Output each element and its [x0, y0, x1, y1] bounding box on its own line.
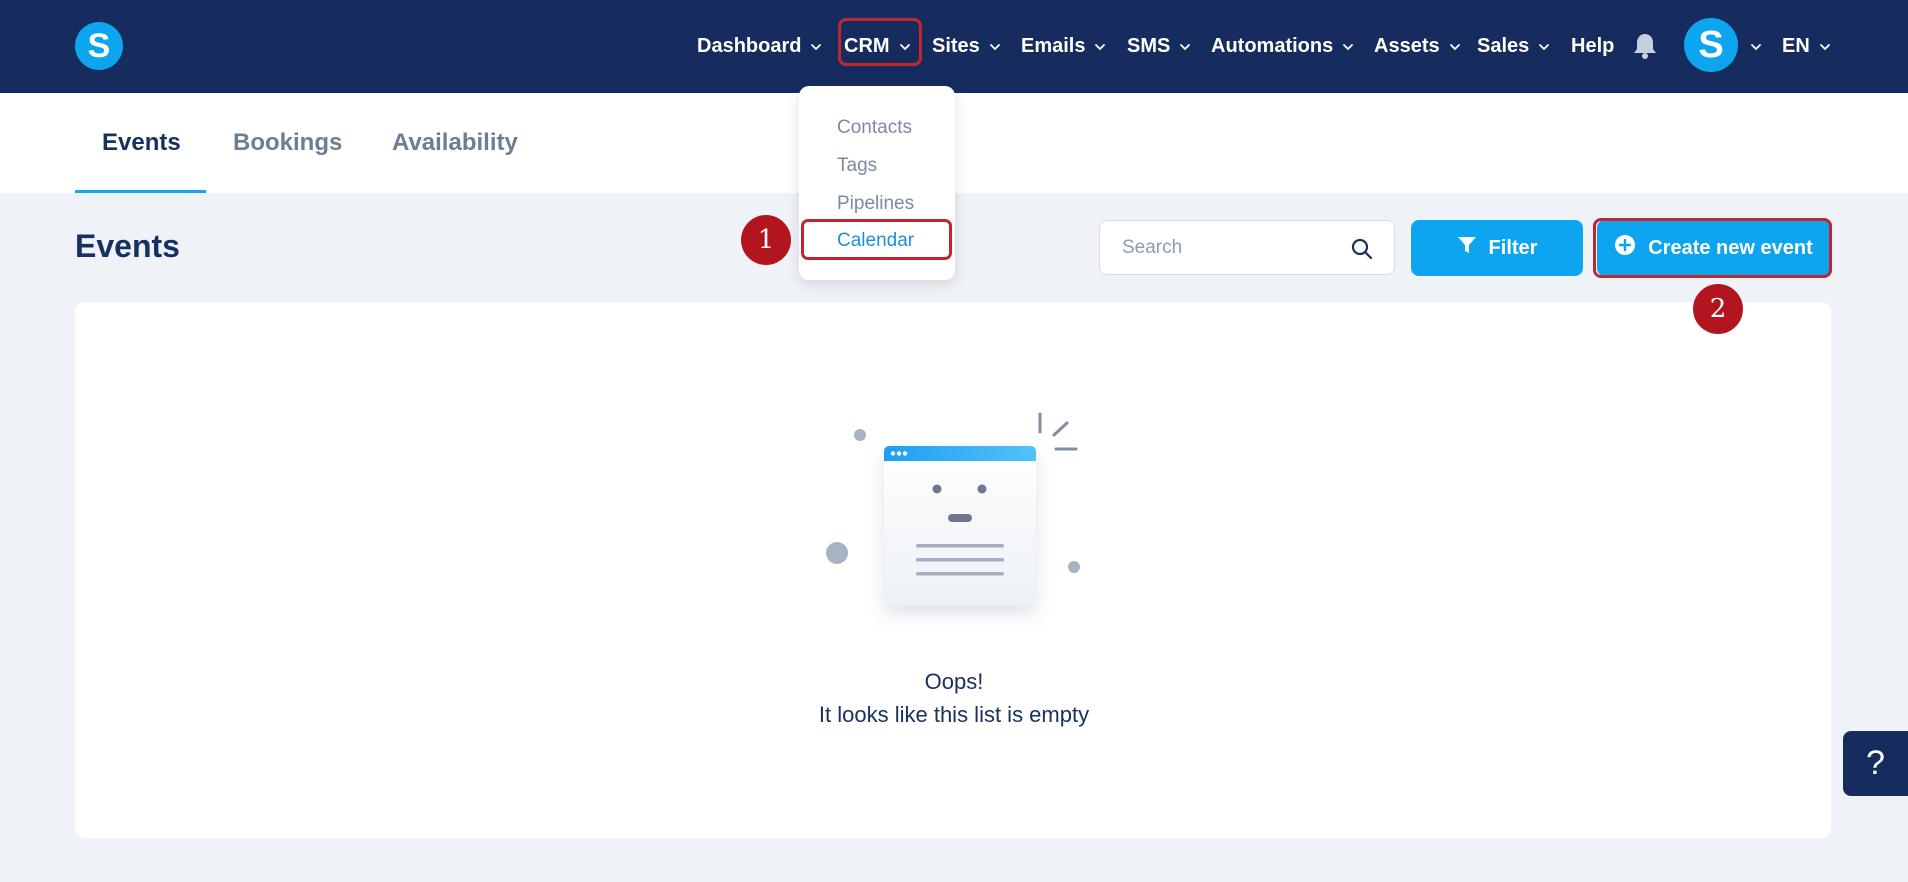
top-nav-bar: S Dashboard CRM Sites Emails SMS Automat… [0, 0, 1908, 93]
chevron-down-icon [1178, 40, 1192, 54]
crm-highlight-box [838, 18, 922, 66]
help-label: ? [1866, 744, 1885, 782]
chevron-down-icon [809, 40, 823, 54]
nav-item-automations[interactable]: Automations [1211, 0, 1355, 93]
nav-label: Sites [932, 35, 980, 57]
create-highlight-box [1593, 218, 1832, 278]
avatar-menu-toggle[interactable] [1749, 0, 1763, 93]
empty-state-message: It looks like this list is empty [818, 702, 1090, 727]
calendar-highlight-box [801, 219, 952, 260]
chevron-down-icon [1341, 40, 1355, 54]
nav-label: SMS [1127, 35, 1171, 57]
active-tab-indicator [75, 190, 206, 193]
filter-button[interactable]: Filter [1411, 220, 1583, 276]
tab-label: Availability [392, 129, 518, 156]
chevron-down-icon [1537, 40, 1551, 54]
search-input[interactable]: Search [1099, 220, 1395, 275]
nav-item-dashboard[interactable]: Dashboard [697, 0, 823, 93]
tab-availability[interactable]: Availability [392, 93, 518, 193]
nav-label: Sales [1477, 35, 1530, 57]
nav-label: Assets [1374, 35, 1440, 57]
nav-item-sms[interactable]: SMS [1127, 0, 1192, 93]
menu-item-tags[interactable]: Tags [837, 155, 877, 177]
empty-state-title: Oops! [924, 669, 984, 694]
chevron-down-icon [1818, 40, 1832, 54]
avatar[interactable]: S [1684, 18, 1738, 72]
chevron-down-icon [1749, 40, 1763, 54]
nav-item-sites[interactable]: Sites [932, 0, 1002, 93]
nav-label: Automations [1211, 35, 1334, 57]
filter-icon [1457, 235, 1477, 261]
nav-item-assets[interactable]: Assets [1374, 0, 1462, 93]
tab-label: Bookings [233, 129, 343, 156]
step-badge-1: 1 [741, 215, 791, 265]
chevron-down-icon [1093, 40, 1107, 54]
language-label: EN [1782, 35, 1810, 57]
empty-list-illustration [820, 405, 1090, 640]
app-logo[interactable]: S [75, 22, 123, 70]
tab-label: Events [102, 129, 181, 156]
filter-label: Filter [1488, 236, 1538, 259]
avatar-letter: S [1698, 23, 1724, 66]
chevron-down-icon [1448, 40, 1462, 54]
chevron-down-icon [988, 40, 1002, 54]
nav-label: Emails [1021, 35, 1086, 57]
tab-events[interactable]: Events [102, 93, 181, 193]
nav-item-help[interactable]: Help [1571, 0, 1614, 93]
menu-item-pipelines[interactable]: Pipelines [837, 193, 914, 215]
nav-label: Help [1571, 35, 1615, 57]
step-badge-2: 2 [1693, 284, 1743, 334]
search-icon[interactable] [1350, 237, 1374, 266]
language-selector[interactable]: EN [1782, 0, 1832, 93]
nav-item-sales[interactable]: Sales [1477, 0, 1551, 93]
search-placeholder: Search [1122, 237, 1183, 258]
nav-item-emails[interactable]: Emails [1021, 0, 1107, 93]
tab-bookings[interactable]: Bookings [233, 93, 342, 193]
menu-item-contacts[interactable]: Contacts [837, 117, 912, 139]
logo-letter: S [87, 26, 111, 65]
nav-label: Dashboard [697, 35, 802, 57]
bell-icon[interactable] [1632, 32, 1658, 65]
page-title: Events [75, 228, 180, 264]
help-button[interactable]: ? [1843, 731, 1908, 796]
